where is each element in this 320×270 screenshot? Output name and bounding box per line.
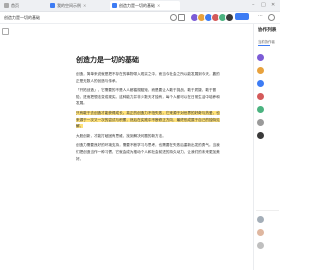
avatar [257, 54, 264, 61]
active-tab-indicator [258, 45, 270, 46]
avatar [257, 80, 264, 87]
collaborator-item[interactable] [257, 132, 266, 139]
highlighted-text[interactable]: 只有敢于去创造才能获得成长。真正的创造力不怕失败，它来源于对世界的好奇与热爱，也… [76, 110, 220, 129]
document-icon [112, 3, 117, 8]
outline-icon[interactable] [2, 28, 9, 35]
close-icon[interactable]: ✕ [83, 3, 86, 8]
collaborator-item[interactable] [257, 229, 266, 236]
avatar [257, 132, 264, 139]
avatar [257, 106, 264, 113]
tab-document[interactable]: 创造力是一切的基础 ✕ [110, 1, 180, 10]
settings-icon[interactable] [268, 14, 275, 21]
collaborator-item[interactable] [257, 67, 266, 74]
panel-title: 协作列表 [258, 28, 277, 33]
panel-subtitle[interactable]: 当前协作者 [258, 39, 275, 44]
maximize-icon[interactable]: □ [261, 2, 266, 8]
paragraph[interactable]: 创造力需要良好的环境支持，需要不断学习与思考，也需要在失败后重新出发的勇气。当我… [76, 142, 222, 162]
undo-icon[interactable] [170, 14, 177, 21]
collaboration-panel: 协作列表 当前协作者 [253, 24, 281, 270]
divider [256, 210, 279, 211]
collaborator-item[interactable] [257, 54, 266, 61]
collaborator-item[interactable] [257, 80, 266, 87]
collaborator-item[interactable] [257, 119, 266, 126]
tab-bar: 首页 我的空间示例 ✕ 创造力是一切的基础 ✕ – □ ✕ [0, 0, 280, 12]
tab-home[interactable]: 首页 [2, 1, 50, 10]
avatar [257, 67, 264, 74]
close-window-icon[interactable]: ✕ [271, 2, 275, 8]
avatar [257, 242, 264, 249]
avatar [257, 93, 264, 100]
tab-label: 首页 [11, 2, 19, 8]
collaborator-item[interactable] [257, 93, 266, 100]
paragraph[interactable]: 「开拓创造」，它需要的不是人人都循规蹈矩，而是要让人敢于挑战、敢于质疑、敢于冒险… [76, 87, 222, 107]
tab-label: 我的空间示例 [57, 2, 81, 8]
paragraph[interactable]: 创造，简单来说就是把不存在的事物带入现实之中，而当今社会之所以能发展到今天，靠的… [76, 71, 222, 84]
collaborator-item[interactable] [257, 106, 266, 113]
home-icon [4, 3, 9, 8]
paragraph[interactable]: 大胆创新，才能打破固有思维，找到解决问题的新方法。 [76, 133, 222, 140]
tab-space[interactable]: 我的空间示例 ✕ [48, 1, 112, 10]
avatar [257, 216, 264, 223]
avatar [257, 119, 264, 126]
share-button[interactable] [235, 13, 249, 20]
collaborator-item[interactable] [257, 216, 266, 223]
more-icon[interactable]: ⋯ [258, 14, 263, 19]
document-body[interactable]: 创造力是一切的基础 创造，简单来说就是把不存在的事物带入现实之中，而当今社会之所… [76, 55, 222, 165]
space-icon [50, 3, 55, 8]
close-icon[interactable]: ✕ [157, 3, 160, 8]
toolbar-doc-title[interactable]: 创造力是一切的基础 [4, 15, 40, 21]
left-tool-rail [0, 24, 9, 270]
paragraph[interactable]: 只有敢于去创造才能获得成长。真正的创造力不怕失败，它来源于对世界的好奇与热爱，也… [76, 110, 222, 130]
avatar [257, 229, 264, 236]
minimize-icon[interactable]: – [252, 2, 255, 8]
format-icon[interactable] [178, 14, 185, 21]
avatar[interactable] [225, 13, 234, 22]
document-title[interactable]: 创造力是一切的基础 [76, 55, 222, 65]
tab-label: 创造力是一切的基础 [119, 2, 155, 8]
collaborator-item[interactable] [257, 242, 266, 249]
